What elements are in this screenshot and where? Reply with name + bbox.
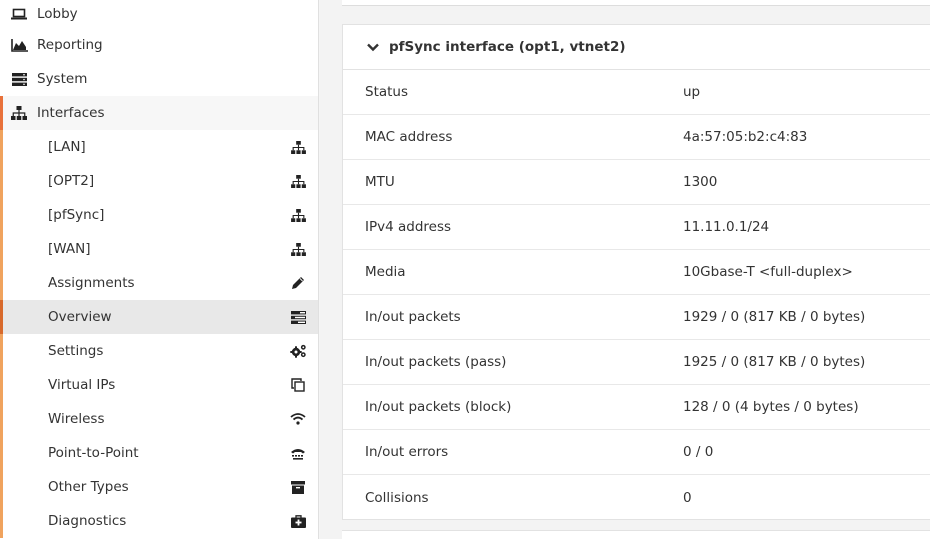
nav-interfaces[interactable]: Interfaces (0, 96, 318, 130)
archive-icon (289, 479, 307, 495)
cogs-icon (289, 343, 307, 359)
sidebar: Lobby Reporting System Interfaces [LAN] … (0, 0, 319, 539)
area-chart-icon (10, 37, 28, 53)
previous-panel-edge (342, 0, 930, 6)
chevron-down-icon[interactable] (367, 41, 381, 53)
row-value: 0 (683, 489, 692, 506)
tty-icon (289, 445, 307, 461)
sidebar-item-label: Overview (48, 309, 112, 325)
nav-interfaces-label: Interfaces (37, 105, 105, 121)
table-row: Media 10Gbase-T <full-duplex> (343, 250, 930, 295)
sitemap-icon (10, 105, 28, 121)
sidebar-item-settings[interactable]: Settings (0, 334, 318, 368)
nav-lobby[interactable]: Lobby (0, 0, 318, 28)
row-key: MTU (365, 174, 395, 190)
row-key: Status (365, 84, 409, 100)
interface-panel: pfSync interface (opt1, vtnet2) Status u… (342, 24, 930, 520)
sidebar-item-opt2[interactable]: [OPT2] (0, 164, 318, 198)
sidebar-item-pfsync[interactable]: [pfSync] (0, 198, 318, 232)
sidebar-item-label: Wireless (48, 411, 105, 427)
tasks-icon (289, 309, 307, 325)
sidebar-item-label: Settings (48, 343, 104, 359)
row-value: 4a:57:05:b2:c4:83 (683, 129, 808, 145)
sidebar-item-label: [LAN] (48, 139, 86, 155)
sidebar-item-label: [OPT2] (48, 173, 95, 189)
sidebar-item-lan[interactable]: [LAN] (0, 130, 318, 164)
wifi-icon (289, 411, 307, 427)
row-key: MAC address (365, 129, 453, 145)
row-value: 1929 / 0 (817 KB / 0 bytes) (683, 309, 866, 325)
row-value: 10Gbase-T <full-duplex> (683, 264, 853, 280)
row-key: In/out packets (pass) (365, 354, 507, 370)
table-row: In/out packets (pass) 1925 / 0 (817 KB /… (343, 340, 930, 385)
pencil-icon (289, 275, 307, 291)
table-row: Collisions 0 (343, 475, 930, 520)
table-row: In/out errors 0 / 0 (343, 430, 930, 475)
sidebar-item-label: Diagnostics (48, 513, 127, 529)
row-value: 0 / 0 (683, 444, 714, 460)
row-value: 1300 (683, 174, 718, 190)
sidebar-item-label: Point-to-Point (48, 445, 139, 461)
nav-reporting-label: Reporting (37, 37, 103, 53)
row-key: Media (365, 264, 406, 280)
nav-lobby-label: Lobby (37, 5, 78, 22)
next-panel-edge (342, 530, 930, 539)
table-row: In/out packets 1929 / 0 (817 KB / 0 byte… (343, 295, 930, 340)
server-icon (10, 71, 28, 87)
sidebar-item-wireless[interactable]: Wireless (0, 402, 318, 436)
panel-body: Status up MAC address 4a:57:05:b2:c4:83 … (343, 70, 930, 520)
sidebar-item-diagnostics[interactable]: Diagnostics (0, 504, 318, 538)
sitemap-icon (289, 241, 307, 257)
table-row: IPv4 address 11.11.0.1/24 (343, 205, 930, 250)
table-row: MAC address 4a:57:05:b2:c4:83 (343, 115, 930, 160)
sidebar-item-label: Virtual IPs (48, 377, 116, 393)
sitemap-icon (289, 139, 307, 155)
nav-reporting[interactable]: Reporting (0, 28, 318, 62)
clone-icon (289, 377, 307, 393)
table-row: In/out packets (block) 128 / 0 (4 bytes … (343, 385, 930, 430)
sidebar-item-point-to-point[interactable]: Point-to-Point (0, 436, 318, 470)
row-key: Collisions (365, 489, 429, 506)
row-key: In/out errors (365, 444, 449, 460)
sitemap-icon (289, 173, 307, 189)
medkit-icon (289, 513, 307, 529)
panel-header[interactable]: pfSync interface (opt1, vtnet2) (343, 25, 930, 70)
row-value: 128 / 0 (4 bytes / 0 bytes) (683, 399, 859, 415)
main-content: pfSync interface (opt1, vtnet2) Status u… (320, 0, 930, 539)
interfaces-submenu: [LAN] [OPT2] [pfSync] [WAN] Assignments (0, 130, 318, 538)
table-row: MTU 1300 (343, 160, 930, 205)
sitemap-icon (289, 207, 307, 223)
nav-system[interactable]: System (0, 62, 318, 96)
sidebar-item-overview[interactable]: Overview (0, 300, 318, 334)
sidebar-item-label: [pfSync] (48, 207, 105, 223)
panel-title: pfSync interface (opt1, vtnet2) (389, 39, 626, 55)
row-value: 1925 / 0 (817 KB / 0 bytes) (683, 354, 866, 370)
nav-system-label: System (37, 71, 88, 87)
laptop-icon (10, 6, 28, 22)
sidebar-item-label: Assignments (48, 275, 135, 291)
sidebar-item-assignments[interactable]: Assignments (0, 266, 318, 300)
row-value: up (683, 84, 701, 100)
sidebar-item-wan[interactable]: [WAN] (0, 232, 318, 266)
sidebar-item-other-types[interactable]: Other Types (0, 470, 318, 504)
table-row: Status up (343, 70, 930, 115)
row-key: In/out packets (block) (365, 399, 512, 415)
row-key: IPv4 address (365, 219, 452, 235)
sidebar-item-label: Other Types (48, 479, 129, 495)
row-value: 11.11.0.1/24 (683, 219, 770, 235)
sidebar-item-virtual-ips[interactable]: Virtual IPs (0, 368, 318, 402)
sidebar-item-label: [WAN] (48, 241, 91, 257)
row-key: In/out packets (365, 309, 461, 325)
